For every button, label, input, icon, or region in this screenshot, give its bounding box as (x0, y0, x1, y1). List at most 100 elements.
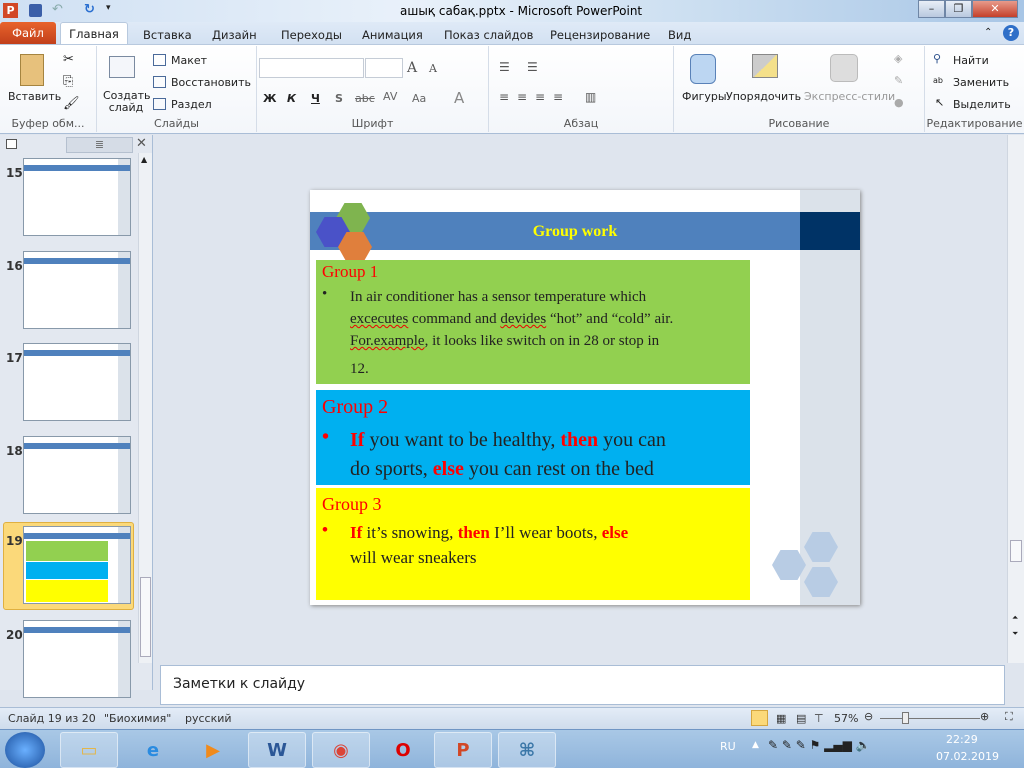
scroll-up-arrow[interactable]: ▲ (141, 155, 147, 164)
section-button[interactable]: Раздел (171, 98, 212, 111)
char-spacing-button[interactable]: AV (383, 90, 397, 103)
copy-icon[interactable]: ⎘ (63, 74, 73, 89)
reading-view-button[interactable]: ▤ (796, 712, 806, 725)
italic-button[interactable]: К (287, 92, 296, 105)
start-button[interactable] (5, 732, 45, 768)
align-center-icon[interactable]: ≡ (517, 90, 527, 104)
change-case-button[interactable]: Aa (412, 92, 426, 105)
thumbnail-scrollbar[interactable]: ▲ (138, 153, 152, 663)
slide-thumbnail[interactable] (23, 343, 131, 421)
scroll-thumb[interactable] (1010, 540, 1022, 562)
slide-thumbnail[interactable] (23, 620, 131, 698)
slide-thumbnail[interactable] (23, 251, 131, 329)
slide-thumbnail[interactable] (23, 436, 131, 514)
word-taskbar-icon[interactable]: W (248, 732, 306, 768)
input-language[interactable]: RU (720, 740, 736, 753)
explorer-taskbar-icon[interactable]: ▭ (60, 732, 118, 768)
layout-button[interactable]: Макет (171, 54, 207, 67)
save-icon[interactable] (29, 4, 42, 17)
tab-view[interactable]: Вид (668, 28, 691, 42)
slideshow-button[interactable]: ⊤ (814, 712, 824, 725)
tab-animations[interactable]: Анимация (362, 28, 423, 42)
show-hidden-icons[interactable]: ▲ (752, 740, 759, 750)
group3-box[interactable]: Group 3 • If it’s snowing, then I’ll wea… (316, 488, 750, 600)
cut-icon[interactable]: ✂ (63, 52, 74, 67)
strikethrough-button[interactable]: abc (355, 92, 375, 105)
tab-file[interactable]: Файл (0, 22, 56, 44)
shape-outline-icon[interactable]: ✎ (894, 74, 903, 87)
help-icon[interactable]: ? (1003, 25, 1019, 41)
tab-design[interactable]: Дизайн (212, 28, 257, 42)
slide-thumbnail[interactable] (23, 158, 131, 236)
close-panel-icon[interactable]: ✕ (136, 136, 147, 151)
next-slide-icon[interactable]: ⏷ (1012, 629, 1018, 639)
replace-button[interactable]: Заменить (953, 76, 1009, 89)
notes-input[interactable]: Заметки к слайду (160, 665, 1005, 705)
slides-tab[interactable] (6, 139, 17, 149)
outline-tab[interactable]: ≣ (66, 137, 133, 153)
tray-icons[interactable]: ✎ ✎ ✎ ⚑ ▂▄▆ 🔈 (768, 738, 871, 752)
justify-icon[interactable]: ≡ (553, 90, 563, 104)
shape-effects-icon[interactable]: ● (894, 96, 904, 109)
python-taskbar-icon[interactable]: ⌘ (498, 732, 556, 768)
zoom-out-button[interactable]: ⊖ (864, 710, 873, 723)
font-color-button[interactable]: A (454, 89, 464, 107)
customize-qat-icon[interactable]: ▾ (106, 3, 111, 13)
zoom-in-button[interactable]: ⊕ (980, 710, 989, 723)
minimize-button[interactable]: – (918, 0, 945, 18)
clock-date[interactable]: 07.02.2019 (936, 750, 999, 763)
language-indicator[interactable]: русский (185, 712, 232, 725)
chrome-taskbar-icon[interactable]: ◉ (312, 732, 370, 768)
restore-button[interactable]: ❐ (945, 0, 972, 18)
scroll-thumb[interactable] (140, 577, 151, 657)
theme-name[interactable]: "Биохимия" (104, 712, 171, 725)
normal-view-button[interactable] (751, 710, 768, 726)
media-player-taskbar-icon[interactable]: ▶ (184, 732, 242, 768)
new-slide-button[interactable]: Создать слайд (103, 90, 151, 114)
group1-box[interactable]: Group 1 • In air conditioner has a senso… (316, 260, 750, 384)
tab-review[interactable]: Рецензирование (550, 28, 650, 42)
fit-to-window-button[interactable]: ⛶ (1005, 710, 1013, 724)
shapes-button[interactable]: Фигуры (682, 90, 727, 103)
minimize-ribbon-icon[interactable]: ⌃ (984, 27, 992, 38)
find-button[interactable]: Найти (953, 54, 989, 67)
prev-slide-icon[interactable]: ⏶ (1012, 613, 1018, 623)
quick-styles-button[interactable]: Экспресс-стили (804, 90, 895, 103)
group2-box[interactable]: Group 2 • If you want to be healthy, the… (316, 390, 750, 485)
select-button[interactable]: Выделить (953, 98, 1011, 111)
format-painter-icon[interactable]: 🖌 (63, 96, 80, 111)
shrink-font-button[interactable]: A (429, 62, 437, 75)
slide-thumbnail[interactable] (23, 526, 131, 604)
arrange-button[interactable]: Упорядочить (726, 90, 801, 103)
grow-font-button[interactable]: A (407, 60, 417, 76)
align-left-icon[interactable]: ≡ (499, 90, 509, 104)
ie-taskbar-icon[interactable]: e (124, 732, 182, 768)
bold-button[interactable]: Ж (263, 92, 276, 105)
redo-icon[interactable]: ↻ (84, 2, 95, 17)
shape-fill-icon[interactable]: ◈ (894, 52, 902, 65)
editor-scrollbar[interactable]: ⏶ ⏷ (1007, 135, 1024, 663)
slide-canvas[interactable]: Group work Group 1 • In air conditioner … (310, 190, 860, 605)
numbering-icon[interactable]: ☰ (527, 60, 538, 74)
slide-sorter-button[interactable]: ▦ (776, 712, 786, 725)
align-right-icon[interactable]: ≡ (535, 90, 545, 104)
clock-time[interactable]: 22:29 (946, 733, 978, 746)
powerpoint-taskbar-icon[interactable]: P (434, 732, 492, 768)
opera-taskbar-icon[interactable]: O (374, 732, 432, 768)
underline-button[interactable]: Ч (311, 92, 320, 105)
tab-slideshow[interactable]: Показ слайдов (444, 28, 533, 42)
zoom-slider[interactable] (880, 718, 980, 719)
zoom-slider-thumb[interactable] (902, 712, 909, 724)
tab-insert[interactable]: Вставка (143, 28, 192, 42)
shadow-button[interactable]: S (335, 92, 343, 105)
font-size-select[interactable] (365, 58, 403, 78)
tab-home[interactable]: Главная (60, 22, 128, 45)
reset-button[interactable]: Восстановить (171, 76, 251, 89)
undo-icon[interactable]: ↶ (52, 2, 63, 17)
bullets-icon[interactable]: ☰ (499, 60, 510, 74)
zoom-level[interactable]: 57% (834, 712, 858, 725)
close-button[interactable]: ✕ (972, 0, 1018, 18)
columns-icon[interactable]: ▥ (585, 90, 596, 104)
font-name-select[interactable] (259, 58, 364, 78)
slide-title[interactable]: Group work (310, 223, 840, 241)
